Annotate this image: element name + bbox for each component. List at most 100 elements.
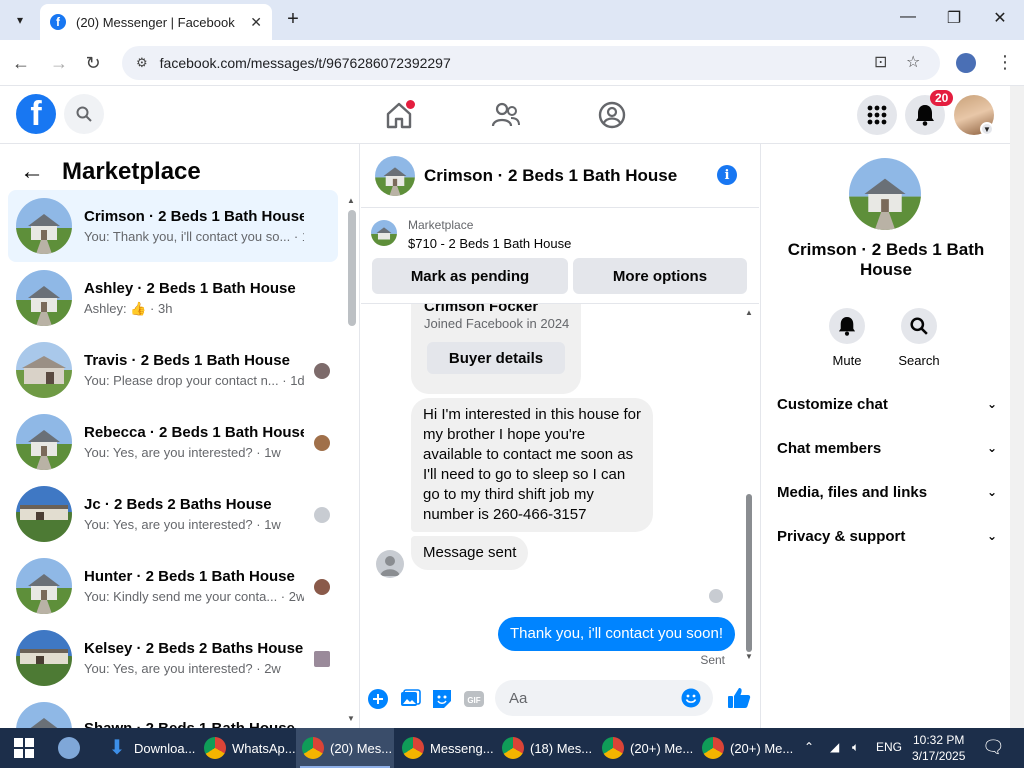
chrome-icon (402, 737, 424, 759)
chevron-down-icon: ⌄ (986, 485, 997, 499)
media-files-links-section[interactable]: Media, files and links ⌄ (777, 480, 997, 504)
thumbs-up-icon[interactable] (727, 686, 751, 710)
customize-chat-section[interactable]: Customize chat ⌄ (777, 392, 997, 416)
chat-panel: Crimson · 2 Beds 1 Bath House i Marketpl… (361, 144, 759, 728)
privacy-support-section[interactable]: Privacy & support ⌄ (777, 524, 997, 548)
incoming-message[interactable]: Hi I'm interested in this house for my b… (411, 398, 653, 532)
svg-text:GIF: GIF (467, 696, 480, 705)
close-tab-icon[interactable]: ✕ (250, 14, 262, 31)
taskbar-label: (20) Mes... (330, 740, 393, 756)
taskbar-messenger-20plus[interactable]: (20+) Me... (596, 728, 694, 768)
message-input[interactable]: Aa (495, 680, 713, 716)
conversation-item[interactable]: Kelsey · 2 Beds 2 Baths House You: Yes, … (8, 622, 338, 694)
taskbar-messenger[interactable]: Messeng... (396, 728, 494, 768)
tab-search-icon[interactable]: ▾ (8, 8, 32, 32)
friends-icon[interactable] (491, 100, 521, 130)
facebook-logo-icon[interactable]: f (16, 94, 56, 134)
taskbar-app-pinned[interactable] (52, 728, 96, 768)
volume-icon[interactable]: 🔈︎ (852, 740, 859, 755)
house-thumbnail (16, 342, 72, 398)
scroll-down-icon[interactable]: ▼ (745, 652, 753, 661)
chat-members-section[interactable]: Chat members ⌄ (777, 436, 997, 460)
network-icon[interactable]: ◢ (830, 740, 839, 754)
tray-chevron-up-icon[interactable]: ⌃ (804, 740, 814, 754)
incoming-message[interactable]: Message sent (411, 536, 529, 570)
windows-start-icon[interactable] (14, 738, 34, 758)
mute-button[interactable]: Mute (817, 308, 877, 368)
conversation-item[interactable]: Jc · 2 Beds 2 Baths House You: Yes, are … (8, 478, 338, 550)
emoji-icon[interactable] (681, 688, 701, 708)
search-in-conversation-button[interactable]: Search (889, 308, 949, 368)
outgoing-message[interactable]: Thank you, i'll contact you soon! (498, 617, 735, 651)
conversation-snippet: You: Thank you, i'll contact you so... ·… (84, 229, 304, 244)
listing-thumbnail[interactable] (371, 220, 397, 246)
taskbar-whatsapp[interactable]: WhatsAp... (198, 728, 296, 768)
conversation-title: Ashley · 2 Beds 1 Bath House (84, 279, 296, 297)
more-options-button[interactable]: More options (573, 258, 747, 294)
participant-avatar (314, 363, 330, 379)
forward-icon[interactable]: → (48, 52, 70, 74)
house-thumbnail (16, 702, 72, 728)
new-tab-icon[interactable]: + (282, 8, 304, 30)
facebook-search-button[interactable] (64, 94, 104, 134)
scroll-down-icon[interactable]: ▼ (347, 714, 355, 723)
scroll-up-icon[interactable]: ▲ (745, 308, 753, 317)
taskbar-messenger-active[interactable]: (20) Mes... (296, 728, 394, 768)
conversation-item[interactable]: Crimson · 2 Beds 1 Bath House You: Thank… (8, 190, 338, 262)
chat-house-avatar[interactable] (375, 155, 415, 196)
bookmark-star-icon[interactable]: ☆ (906, 52, 920, 72)
house-thumbnail (16, 558, 72, 614)
browser-profile-icon[interactable] (956, 53, 976, 73)
sender-avatar[interactable] (376, 550, 404, 578)
close-window-icon[interactable]: ✕ (990, 8, 1010, 28)
notification-center-icon[interactable]: 🗨︎ (982, 737, 1005, 758)
taskbar-messenger-20plus-2[interactable]: (20+) Me... (696, 728, 794, 768)
address-bar[interactable]: ⚙ facebook.com/messages/t/96762860723922… (122, 46, 940, 80)
photo-icon[interactable] (399, 688, 421, 710)
browser-toolbar: ← → ↻ ⚙ facebook.com/messages/t/96762860… (0, 40, 1024, 86)
page-scrollbar[interactable] (1010, 86, 1024, 728)
buyer-details-button[interactable]: Buyer details (427, 342, 565, 374)
maximize-icon[interactable]: ❐ (944, 8, 964, 28)
conversation-item[interactable]: Hunter · 2 Beds 1 Bath House You: Kindly… (8, 550, 338, 622)
mark-as-pending-button[interactable]: Mark as pending (372, 258, 568, 294)
conversation-item[interactable]: Ashley · 2 Beds 1 Bath House Ashley: 👍 ·… (8, 262, 338, 334)
back-arrow-icon[interactable]: ← (20, 158, 44, 186)
conversation-item[interactable]: Rebecca · 2 Beds 1 Bath House You: Yes, … (8, 406, 338, 478)
message-thread-scrollbar[interactable] (746, 494, 752, 652)
chevron-down-icon[interactable]: ▼ (980, 122, 994, 136)
install-app-icon[interactable]: ⊡ (874, 52, 887, 72)
gif-icon[interactable]: GIF (463, 688, 485, 710)
conversation-item[interactable]: Travis · 2 Beds 1 Bath House You: Please… (8, 334, 338, 406)
section-label: Privacy & support (777, 527, 906, 545)
browser-tab-messenger[interactable]: f (20) Messenger | Facebook ✕ (40, 4, 272, 40)
conversation-list-scrollbar[interactable] (348, 210, 356, 326)
details-title: Crimson · 2 Beds 1 Bath House (787, 240, 985, 279)
menu-grid-button[interactable] (857, 95, 897, 135)
site-info-icon[interactable]: ⚙ (136, 55, 148, 71)
conversation-item[interactable]: Shawn · 2 Beds 1 Bath House (8, 694, 338, 728)
url-text: facebook.com/messages/t/9676286072392297 (159, 55, 451, 71)
language-indicator[interactable]: ENG (876, 740, 902, 754)
system-clock[interactable]: 10:32 PM 3/17/2025 (912, 732, 965, 764)
sticker-icon[interactable] (431, 688, 453, 710)
chat-title[interactable]: Crimson · 2 Beds 1 Bath House (424, 166, 677, 186)
back-icon[interactable]: ← (10, 52, 32, 74)
facebook-top-nav: f (0, 86, 1010, 144)
browser-menu-icon[interactable]: ⋮ (996, 52, 1014, 73)
minimize-icon[interactable]: — (898, 8, 918, 26)
groups-icon[interactable] (597, 100, 627, 130)
taskbar-downloads[interactable]: ⬇ Downloa... (100, 728, 196, 768)
add-attachment-icon[interactable] (367, 688, 389, 710)
message-thread: Crimson Focker Joined Facebook in 2024 B… (361, 304, 759, 670)
listing-price[interactable]: $710 - 2 Beds 1 Bath House (408, 236, 571, 251)
conversation-snippet: You: Yes, are you interested? · 2w (84, 661, 281, 676)
listing-large-avatar[interactable] (849, 158, 921, 230)
taskbar-messenger-18[interactable]: (18) Mes... (496, 728, 594, 768)
reload-icon[interactable]: ↻ (82, 52, 104, 74)
taskbar-label: WhatsAp... (232, 740, 296, 756)
info-icon[interactable]: i (717, 165, 737, 185)
scroll-up-icon[interactable]: ▲ (347, 196, 355, 205)
buyer-info-card: Crimson Focker Joined Facebook in 2024 B… (411, 304, 581, 394)
bell-icon (838, 317, 856, 336)
